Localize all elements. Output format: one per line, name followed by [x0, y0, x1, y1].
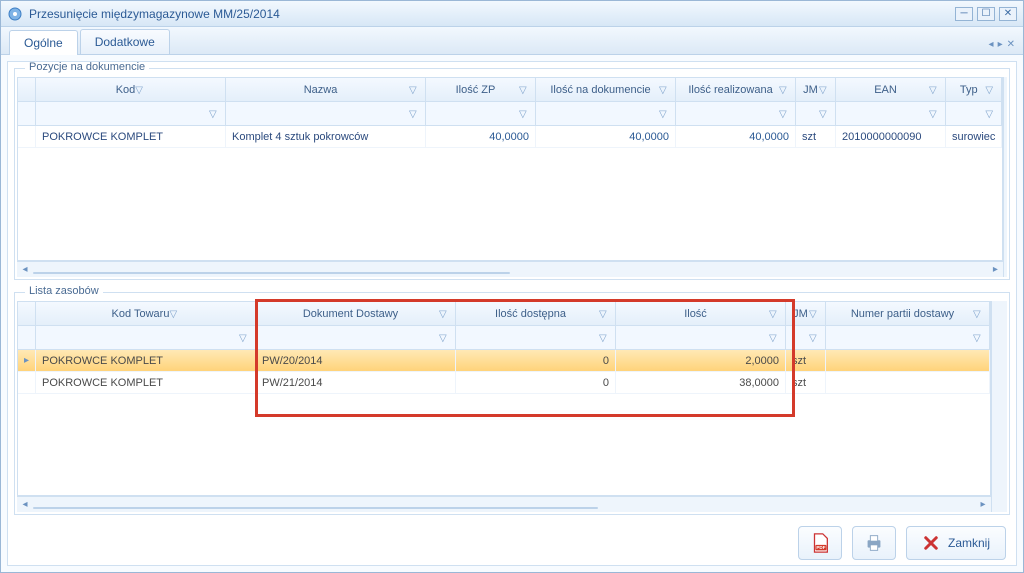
filter-icon[interactable]: ▽	[659, 109, 669, 119]
close-button[interactable]: Zamknij	[906, 526, 1006, 560]
col-ilosc-dostepna[interactable]: Ilość dostępna▽	[456, 302, 616, 326]
col-typ[interactable]: Typ▽	[946, 78, 1002, 102]
window-title: Przesunięcie międzymagazynowe MM/25/2014	[29, 7, 280, 21]
scroll-right[interactable]: ▸	[975, 499, 991, 510]
filter-icon[interactable]: ▽	[809, 309, 819, 319]
filter-icon[interactable]: ▽	[769, 309, 779, 319]
filter-icon[interactable]: ▽	[169, 309, 179, 319]
tab-nav-prev[interactable]: ◂	[989, 39, 994, 50]
minimize-button[interactable]: ─	[955, 7, 973, 21]
horiz-scrollbar[interactable]: ◂ ▸	[17, 261, 1003, 277]
vert-scrollbar[interactable]	[991, 301, 1007, 512]
col-jm2[interactable]: JM▽	[786, 302, 826, 326]
filter-icon[interactable]: ▽	[409, 109, 419, 119]
close-label: Zamknij	[948, 536, 990, 550]
filter-icon[interactable]: ▽	[809, 333, 819, 343]
tab-nav-next[interactable]: ▸	[998, 39, 1003, 50]
col-numer-partii[interactable]: Numer partii dostawy▽	[826, 302, 990, 326]
filter-icon[interactable]: ▽	[985, 109, 995, 119]
scroll-left[interactable]: ◂	[17, 264, 33, 275]
filter-icon[interactable]: ▽	[239, 333, 249, 343]
filter-icon[interactable]: ▽	[929, 109, 939, 119]
tab-additional[interactable]: Dodatkowe	[80, 29, 170, 54]
table-row[interactable]: POKROWCE KOMPLET PW/20/2014 0 2,0000 szt	[18, 350, 990, 372]
filter-icon[interactable]: ▽	[819, 109, 829, 119]
col-jm[interactable]: JM▽	[796, 78, 836, 102]
tab-nav: ◂ ▸ ✕	[989, 39, 1015, 54]
col-ean[interactable]: EAN▽	[836, 78, 946, 102]
filter-icon[interactable]: ▽	[135, 85, 145, 95]
scroll-left[interactable]: ◂	[17, 499, 33, 510]
group-resources-title: Lista zasobów	[25, 285, 103, 297]
col-ilosc-real[interactable]: Ilość realizowana▽	[676, 78, 796, 102]
col-ilosc[interactable]: Ilość▽	[616, 302, 786, 326]
app-icon	[7, 6, 23, 22]
horiz-scrollbar[interactable]: ◂ ▸	[17, 496, 991, 512]
col-nazwa[interactable]: Nazwa▽	[226, 78, 426, 102]
col-ilosc-zp[interactable]: Ilość ZP▽	[426, 78, 536, 102]
filter-icon[interactable]: ▽	[209, 109, 219, 119]
titlebar: Przesunięcie międzymagazynowe MM/25/2014…	[1, 1, 1023, 27]
svg-text:PDF: PDF	[816, 545, 825, 550]
group-positions-title: Pozycje na dokumencie	[25, 61, 149, 73]
group-resources: Lista zasobów Kod Towaru▽ Dokument Dosta…	[14, 292, 1010, 515]
col-dokument-dostawy[interactable]: Dokument Dostawy▽	[256, 302, 456, 326]
filter-icon[interactable]: ▽	[779, 109, 789, 119]
tab-close[interactable]: ✕	[1007, 39, 1015, 50]
content-area: Pozycje na dokumencie Kod▽ Nazwa▽ Ilość …	[7, 61, 1017, 566]
footer: PDF Zamknij	[8, 521, 1016, 565]
scroll-right[interactable]: ▸	[987, 264, 1003, 275]
filter-icon[interactable]: ▽	[519, 85, 529, 95]
col-kod-towaru[interactable]: Kod Towaru▽	[36, 302, 256, 326]
filter-icon[interactable]: ▽	[409, 85, 419, 95]
window: Przesunięcie międzymagazynowe MM/25/2014…	[0, 0, 1024, 573]
filter-icon[interactable]: ▽	[929, 85, 939, 95]
filter-icon[interactable]: ▽	[973, 333, 983, 343]
table-row[interactable]: POKROWCE KOMPLET PW/21/2014 0 38,0000 sz…	[18, 372, 990, 394]
close-window-button[interactable]: ✕	[999, 7, 1017, 21]
print-button[interactable]	[852, 526, 896, 560]
filter-icon[interactable]: ▽	[599, 309, 609, 319]
group-positions: Pozycje na dokumencie Kod▽ Nazwa▽ Ilość …	[14, 68, 1010, 280]
filter-icon[interactable]: ▽	[519, 109, 529, 119]
filter-icon[interactable]: ▽	[819, 85, 829, 95]
col-ilosc-dok[interactable]: Ilość na dokumencie▽	[536, 78, 676, 102]
pdf-button[interactable]: PDF	[798, 526, 842, 560]
filter-icon[interactable]: ▽	[779, 85, 789, 95]
filter-icon[interactable]: ▽	[973, 309, 983, 319]
filter-icon[interactable]: ▽	[599, 333, 609, 343]
tabstrip: Ogólne Dodatkowe ◂ ▸ ✕	[1, 27, 1023, 55]
filter-icon[interactable]: ▽	[659, 85, 669, 95]
close-icon	[922, 534, 940, 552]
filter-icon[interactable]: ▽	[985, 85, 995, 95]
tab-general[interactable]: Ogólne	[9, 30, 78, 55]
vert-scrollbar[interactable]	[1003, 77, 1007, 277]
maximize-button[interactable]: ☐	[977, 7, 995, 21]
filter-icon[interactable]: ▽	[439, 309, 449, 319]
filter-icon[interactable]: ▽	[439, 333, 449, 343]
filter-icon[interactable]: ▽	[769, 333, 779, 343]
col-kod[interactable]: Kod▽	[36, 78, 226, 102]
table-row[interactable]: POKROWCE KOMPLET Komplet 4 sztuk pokrowc…	[18, 126, 1002, 148]
